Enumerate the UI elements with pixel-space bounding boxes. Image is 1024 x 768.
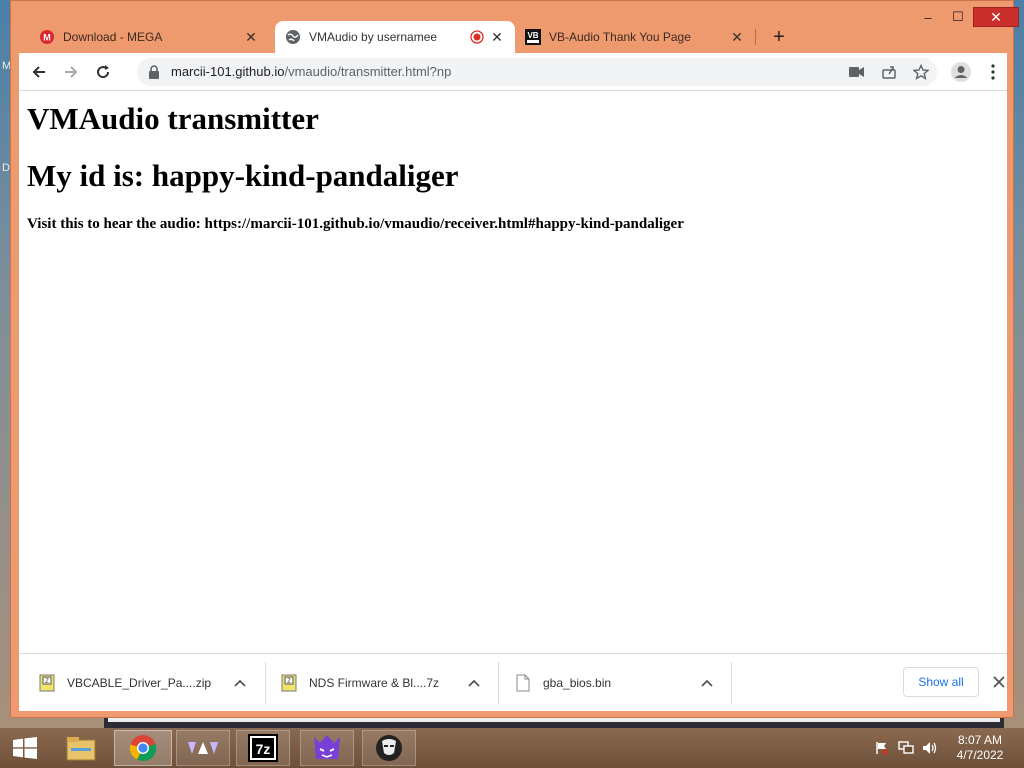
triangles-app-icon[interactable] xyxy=(176,730,230,766)
desktop-icon-label: D xyxy=(2,162,10,174)
svg-text:Z: Z xyxy=(45,679,49,685)
tab-vmaudio[interactable]: VMAudio by usernamee ✕ xyxy=(275,21,515,53)
zip-file-icon: Z xyxy=(281,674,297,692)
chrome-icon[interactable] xyxy=(114,730,172,766)
download-filename: VBCABLE_Driver_Pa....zip xyxy=(67,676,212,690)
close-tab-icon[interactable]: ✕ xyxy=(729,29,745,46)
tab-vb-audio[interactable]: VB VB-Audio Thank You Page ✕ xyxy=(515,21,755,53)
close-tab-icon[interactable]: ✕ xyxy=(243,29,259,46)
svg-text:7z: 7z xyxy=(256,741,271,757)
vb-audio-icon: VB xyxy=(525,29,541,45)
browser-window: – ☐ ✕ M Download - MEGA ✕ VMAudio by use… xyxy=(10,0,1019,718)
purple-cat-app-icon[interactable] xyxy=(300,730,354,766)
svg-text:M: M xyxy=(43,33,51,43)
url-path: /vmaudio/transmitter.html?np xyxy=(284,64,452,79)
chevron-up-icon[interactable] xyxy=(698,674,716,692)
lock-icon xyxy=(147,64,161,85)
page-content: VMAudio transmitter My id is: happy-kind… xyxy=(19,91,1007,653)
taskbar-clock[interactable]: 8:07 AM 4/7/2022 xyxy=(950,733,1010,763)
browser-toolbar: marcii-101.github.io/vmaudio/transmitter… xyxy=(19,53,1007,91)
masked-figure-app-icon[interactable] xyxy=(362,730,416,766)
reload-icon[interactable] xyxy=(91,60,115,84)
file-icon xyxy=(516,674,530,692)
file-explorer-icon[interactable] xyxy=(54,730,108,766)
7zip-icon[interactable]: 7z xyxy=(236,730,290,766)
url-host: marcii-101.github.io xyxy=(171,64,285,79)
new-tab-button[interactable]: + xyxy=(767,25,791,49)
tab-title: VMAudio by usernamee xyxy=(309,30,438,44)
share-icon[interactable] xyxy=(881,64,897,80)
tab-mega[interactable]: M Download - MEGA ✕ xyxy=(29,21,269,53)
clock-date: 4/7/2022 xyxy=(956,748,1004,762)
show-all-downloads-button[interactable]: Show all xyxy=(903,667,979,697)
address-bar[interactable]: marcii-101.github.io/vmaudio/transmitter… xyxy=(137,58,937,86)
tab-strip: M Download - MEGA ✕ VMAudio by usernamee… xyxy=(19,21,999,53)
download-separator xyxy=(731,662,732,704)
kebab-menu-icon[interactable] xyxy=(981,60,1005,84)
tab-title: Download - MEGA xyxy=(63,30,163,44)
zip-file-icon: Z xyxy=(39,674,55,692)
url-text: marcii-101.github.io/vmaudio/transmitter… xyxy=(171,64,451,79)
network-icon[interactable] xyxy=(898,740,914,756)
taskbar: 7z 8:07 AM 4/7/2022 xyxy=(0,728,1024,768)
download-item[interactable]: Z VBCABLE_Driver_Pa....zip xyxy=(39,662,251,704)
receiver-instructions: Visit this to hear the audio: https://ma… xyxy=(27,216,684,232)
recording-icon xyxy=(469,29,485,45)
clock-time: 8:07 AM xyxy=(957,733,1003,747)
chevron-up-icon[interactable] xyxy=(465,674,483,692)
back-arrow-icon[interactable] xyxy=(27,60,51,84)
windows-start-icon[interactable] xyxy=(0,730,50,766)
bookmark-star-icon[interactable] xyxy=(913,64,929,80)
tab-title: VB-Audio Thank You Page xyxy=(549,30,691,44)
globe-icon xyxy=(285,29,301,45)
download-separator xyxy=(265,662,266,704)
svg-text:VB: VB xyxy=(527,31,538,40)
profile-avatar-icon[interactable] xyxy=(949,60,973,84)
flag-icon[interactable] xyxy=(874,740,890,756)
download-shelf: Z VBCABLE_Driver_Pa....zip Z NDS Firmwar… xyxy=(19,653,1007,711)
camera-icon[interactable] xyxy=(849,64,865,80)
download-separator xyxy=(498,662,499,704)
volume-icon[interactable] xyxy=(922,740,938,756)
page-id-heading: My id is: happy-kind-pandaliger xyxy=(27,158,459,193)
close-tab-icon[interactable]: ✕ xyxy=(489,29,505,46)
page-title: VMAudio transmitter xyxy=(27,101,319,136)
chevron-up-icon[interactable] xyxy=(231,674,249,692)
forward-arrow-icon[interactable] xyxy=(59,60,83,84)
download-item[interactable]: gba_bios.bin xyxy=(515,662,727,704)
svg-text:Z: Z xyxy=(287,679,291,685)
mega-icon: M xyxy=(39,29,55,45)
download-item[interactable]: Z NDS Firmware & Bl....7z xyxy=(281,662,493,704)
download-filename: gba_bios.bin xyxy=(543,676,612,690)
tab-separator xyxy=(755,29,756,45)
close-shelf-icon[interactable] xyxy=(989,672,1009,692)
background-window-edge xyxy=(108,718,1000,722)
download-filename: NDS Firmware & Bl....7z xyxy=(309,676,440,690)
